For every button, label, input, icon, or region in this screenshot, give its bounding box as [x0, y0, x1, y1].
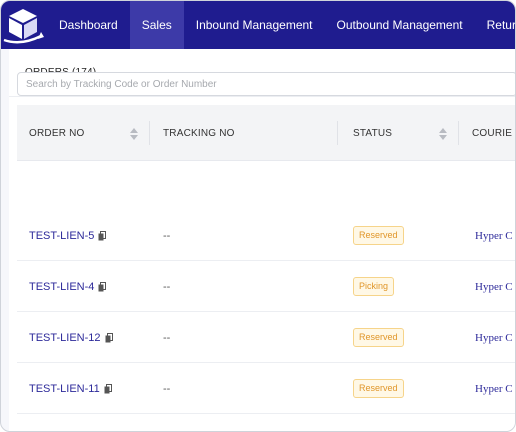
- column-header-courier[interactable]: COURIE: [472, 105, 512, 161]
- tracking-no: --: [163, 331, 171, 344]
- copy-icon[interactable]: [98, 281, 107, 292]
- order-link[interactable]: TEST-LIEN-12: [29, 332, 101, 344]
- order-link[interactable]: TEST-LIEN-5: [29, 230, 94, 242]
- table-row: TEST-LIEN-5 -- Reserved Hyper C: [17, 210, 515, 261]
- column-divider: [337, 121, 338, 145]
- tracking-no: --: [163, 229, 171, 242]
- courier-name: Hyper C: [475, 331, 513, 344]
- tracking-no: --: [163, 382, 171, 395]
- column-divider: [458, 121, 459, 145]
- order-link[interactable]: TEST-LIEN-11: [29, 383, 100, 395]
- nav-item-return-management[interactable]: Return Man: [475, 1, 515, 49]
- tracking-no: --: [163, 280, 171, 293]
- copy-icon[interactable]: [105, 332, 113, 343]
- courier-name: Hyper C: [475, 382, 513, 395]
- nav-item-sales[interactable]: Sales: [129, 1, 184, 49]
- status-badge: Picking: [353, 277, 395, 296]
- search-input[interactable]: [17, 72, 515, 96]
- status-badge: Reserved: [353, 328, 404, 347]
- column-header-status[interactable]: STATUS: [353, 105, 392, 161]
- nav-item-dashboard[interactable]: Dashboard: [45, 1, 130, 49]
- status-badge: Reserved: [353, 226, 404, 245]
- column-header-tracking-no[interactable]: TRACKING NO: [163, 105, 235, 161]
- table-row: TEST-LIEN-12 -- Reserved Hyper C: [17, 312, 515, 363]
- courier-name: Hyper C: [475, 229, 513, 242]
- nav-item-inbound-management[interactable]: Inbound Management: [184, 1, 325, 49]
- app-window: Dashboard Sales Inbound Management Outbo…: [0, 0, 516, 432]
- nav-item-outbound-management[interactable]: Outbound Management: [325, 1, 475, 49]
- column-divider: [149, 121, 150, 145]
- table-row: TEST-LIEN-11 -- Reserved Hyper C: [17, 363, 515, 414]
- status-badge: Reserved: [353, 379, 404, 398]
- order-link[interactable]: TEST-LIEN-4: [29, 281, 94, 293]
- top-navigation: Dashboard Sales Inbound Management Outbo…: [1, 1, 515, 49]
- courier-name: Hyper C: [475, 280, 513, 293]
- copy-icon[interactable]: [104, 383, 112, 394]
- sort-icon[interactable]: [439, 127, 447, 145]
- table-header: ORDER NO TRACKING NO STATUS COURIE: [17, 105, 515, 161]
- column-header-order-no[interactable]: ORDER NO: [29, 105, 85, 161]
- sort-icon[interactable]: [130, 127, 138, 145]
- table-row: TEST-LIEN-4 -- Picking Hyper C: [17, 261, 515, 312]
- copy-icon[interactable]: [98, 230, 107, 241]
- box-with-arrow-icon[interactable]: [1, 1, 45, 49]
